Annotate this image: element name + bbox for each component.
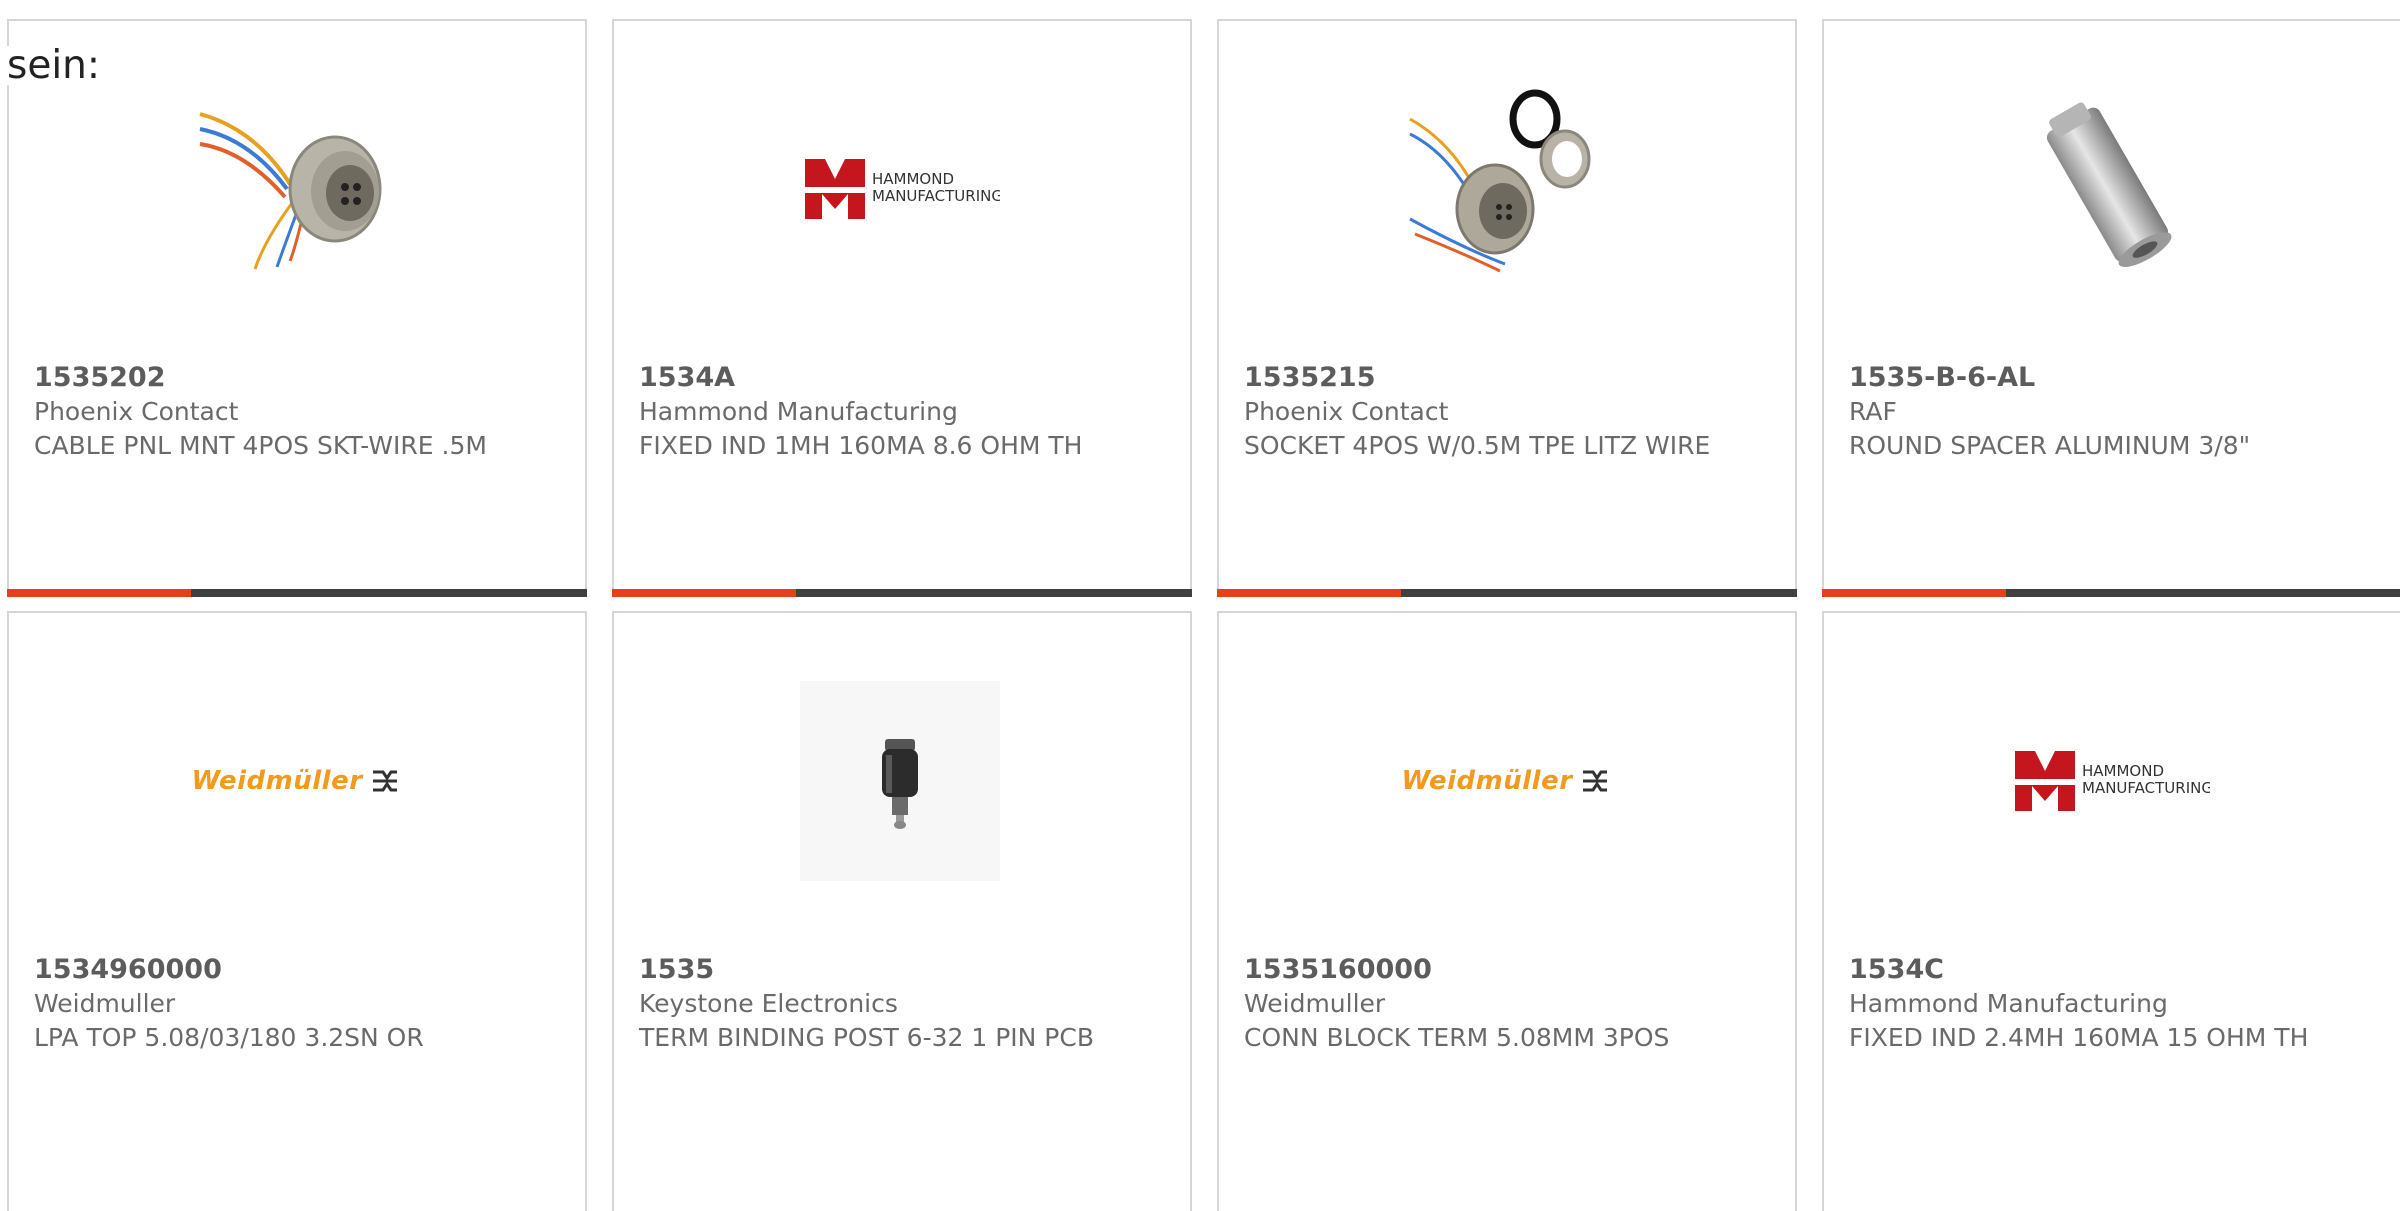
svg-text:MANUFACTURING.: MANUFACTURING. bbox=[872, 187, 1000, 205]
product-card[interactable]: Weidmüller 1534960000 Weidmuller LPA TOP… bbox=[7, 611, 587, 1211]
product-info: 1535202 Phoenix Contact CABLE PNL MNT 4P… bbox=[34, 361, 504, 463]
manufacturer: Hammond Manufacturing bbox=[639, 397, 958, 426]
product-info: 1534960000 Weidmuller LPA TOP 5.08/03/18… bbox=[34, 953, 504, 1055]
svg-text:MANUFACTURING.: MANUFACTURING. bbox=[2082, 779, 2210, 797]
aluminum-spacer-icon bbox=[2046, 102, 2172, 267]
card-bottom-bar bbox=[7, 589, 587, 597]
manufacturer: Weidmuller bbox=[1244, 989, 1386, 1018]
part-number[interactable]: 1535202 bbox=[34, 361, 504, 395]
product-card[interactable]: 1535202 Phoenix Contact CABLE PNL MNT 4P… bbox=[7, 19, 587, 597]
part-number[interactable]: 1534A bbox=[639, 361, 1109, 395]
manufacturer: Weidmuller bbox=[34, 989, 176, 1018]
manufacturer: Phoenix Contact bbox=[1244, 397, 1449, 426]
product-image[interactable] bbox=[195, 89, 395, 289]
part-number[interactable]: 1534C bbox=[1849, 953, 2319, 987]
product-card[interactable]: Weidmüller 1535160000 Weidmuller CONN BL… bbox=[1217, 611, 1797, 1211]
binding-post-icon bbox=[800, 681, 1000, 881]
card-bottom-bar bbox=[612, 589, 1192, 597]
description: TERM BINDING POST 6-32 1 PIN PCB bbox=[639, 1023, 1094, 1052]
product-image[interactable]: Weidmüller bbox=[191, 681, 397, 881]
hammond-logo-icon: HAMMOND MANUFACTURING. bbox=[805, 159, 1000, 219]
description: LPA TOP 5.08/03/180 3.2SN OR bbox=[34, 1023, 424, 1052]
product-image[interactable] bbox=[2010, 89, 2210, 289]
hammond-logo-icon: HAMMOND MANUFACTURING. bbox=[2015, 751, 2210, 811]
intro-text: sein: bbox=[7, 43, 101, 88]
product-info: 1535-B-6-AL RAF ROUND SPACER ALUMINUM 3/… bbox=[1849, 361, 2319, 463]
manufacturer: Keystone Electronics bbox=[639, 989, 898, 1018]
product-card[interactable]: 1535 Keystone Electronics TERM BINDING P… bbox=[612, 611, 1192, 1211]
product-card[interactable]: HAMMOND MANUFACTURING. 1534C Hammond Man… bbox=[1822, 611, 2400, 1211]
product-image[interactable]: HAMMOND MANUFACTURING. bbox=[2010, 681, 2210, 881]
description: FIXED IND 2.4MH 160MA 15 OHM TH bbox=[1849, 1023, 2309, 1052]
card-bottom-bar bbox=[1217, 589, 1797, 597]
product-info: 1535 Keystone Electronics TERM BINDING P… bbox=[639, 953, 1109, 1055]
product-image[interactable] bbox=[1405, 89, 1605, 289]
product-card[interactable]: 1535-B-6-AL RAF ROUND SPACER ALUMINUM 3/… bbox=[1822, 19, 2400, 597]
svg-text:HAMMOND: HAMMOND bbox=[872, 170, 954, 188]
product-card[interactable]: 1535215 Phoenix Contact SOCKET 4POS W/0.… bbox=[1217, 19, 1797, 597]
part-number[interactable]: 1534960000 bbox=[34, 953, 504, 987]
part-number[interactable]: 1535 bbox=[639, 953, 1109, 987]
product-info: 1534A Hammond Manufacturing FIXED IND 1M… bbox=[639, 361, 1109, 463]
cable-connector-icon bbox=[199, 112, 382, 270]
bar-accent bbox=[1217, 589, 1401, 597]
product-info: 1535160000 Weidmuller CONN BLOCK TERM 5.… bbox=[1244, 953, 1714, 1055]
bar-accent bbox=[7, 589, 191, 597]
socket-connector-icon bbox=[1409, 89, 1591, 273]
part-number[interactable]: 1535215 bbox=[1244, 361, 1714, 395]
weidmuller-logo-icon: Weidmüller bbox=[191, 766, 398, 796]
product-card[interactable]: HAMMOND MANUFACTURING. 1534A Hammond Man… bbox=[612, 19, 1192, 597]
part-number[interactable]: 1535-B-6-AL bbox=[1849, 361, 2319, 395]
part-number[interactable]: 1535160000 bbox=[1244, 953, 1714, 987]
manufacturer: Phoenix Contact bbox=[34, 397, 239, 426]
description: ROUND SPACER ALUMINUM 3/8" bbox=[1849, 431, 2251, 460]
description: FIXED IND 1MH 160MA 8.6 OHM TH bbox=[639, 431, 1083, 460]
product-info: 1535215 Phoenix Contact SOCKET 4POS W/0.… bbox=[1244, 361, 1714, 463]
product-image[interactable]: HAMMOND MANUFACTURING. bbox=[800, 89, 1000, 289]
description: CABLE PNL MNT 4POS SKT-WIRE .5M bbox=[34, 431, 487, 460]
product-image[interactable]: Weidmüller bbox=[1401, 681, 1607, 881]
svg-text:HAMMOND: HAMMOND bbox=[2082, 762, 2164, 780]
manufacturer: Hammond Manufacturing bbox=[1849, 989, 2168, 1018]
description: CONN BLOCK TERM 5.08MM 3POS bbox=[1244, 1023, 1670, 1052]
manufacturer: RAF bbox=[1849, 397, 1897, 426]
bar-accent bbox=[1822, 589, 2006, 597]
description: SOCKET 4POS W/0.5M TPE LITZ WIRE bbox=[1244, 431, 1711, 460]
product-grid: 1535202 Phoenix Contact CABLE PNL MNT 4P… bbox=[7, 19, 2400, 1211]
product-image[interactable] bbox=[800, 681, 1000, 881]
weidmuller-logo-icon: Weidmüller bbox=[1401, 766, 1608, 796]
card-bottom-bar bbox=[1822, 589, 2400, 597]
bar-accent bbox=[612, 589, 796, 597]
product-info: 1534C Hammond Manufacturing FIXED IND 2.… bbox=[1849, 953, 2319, 1055]
